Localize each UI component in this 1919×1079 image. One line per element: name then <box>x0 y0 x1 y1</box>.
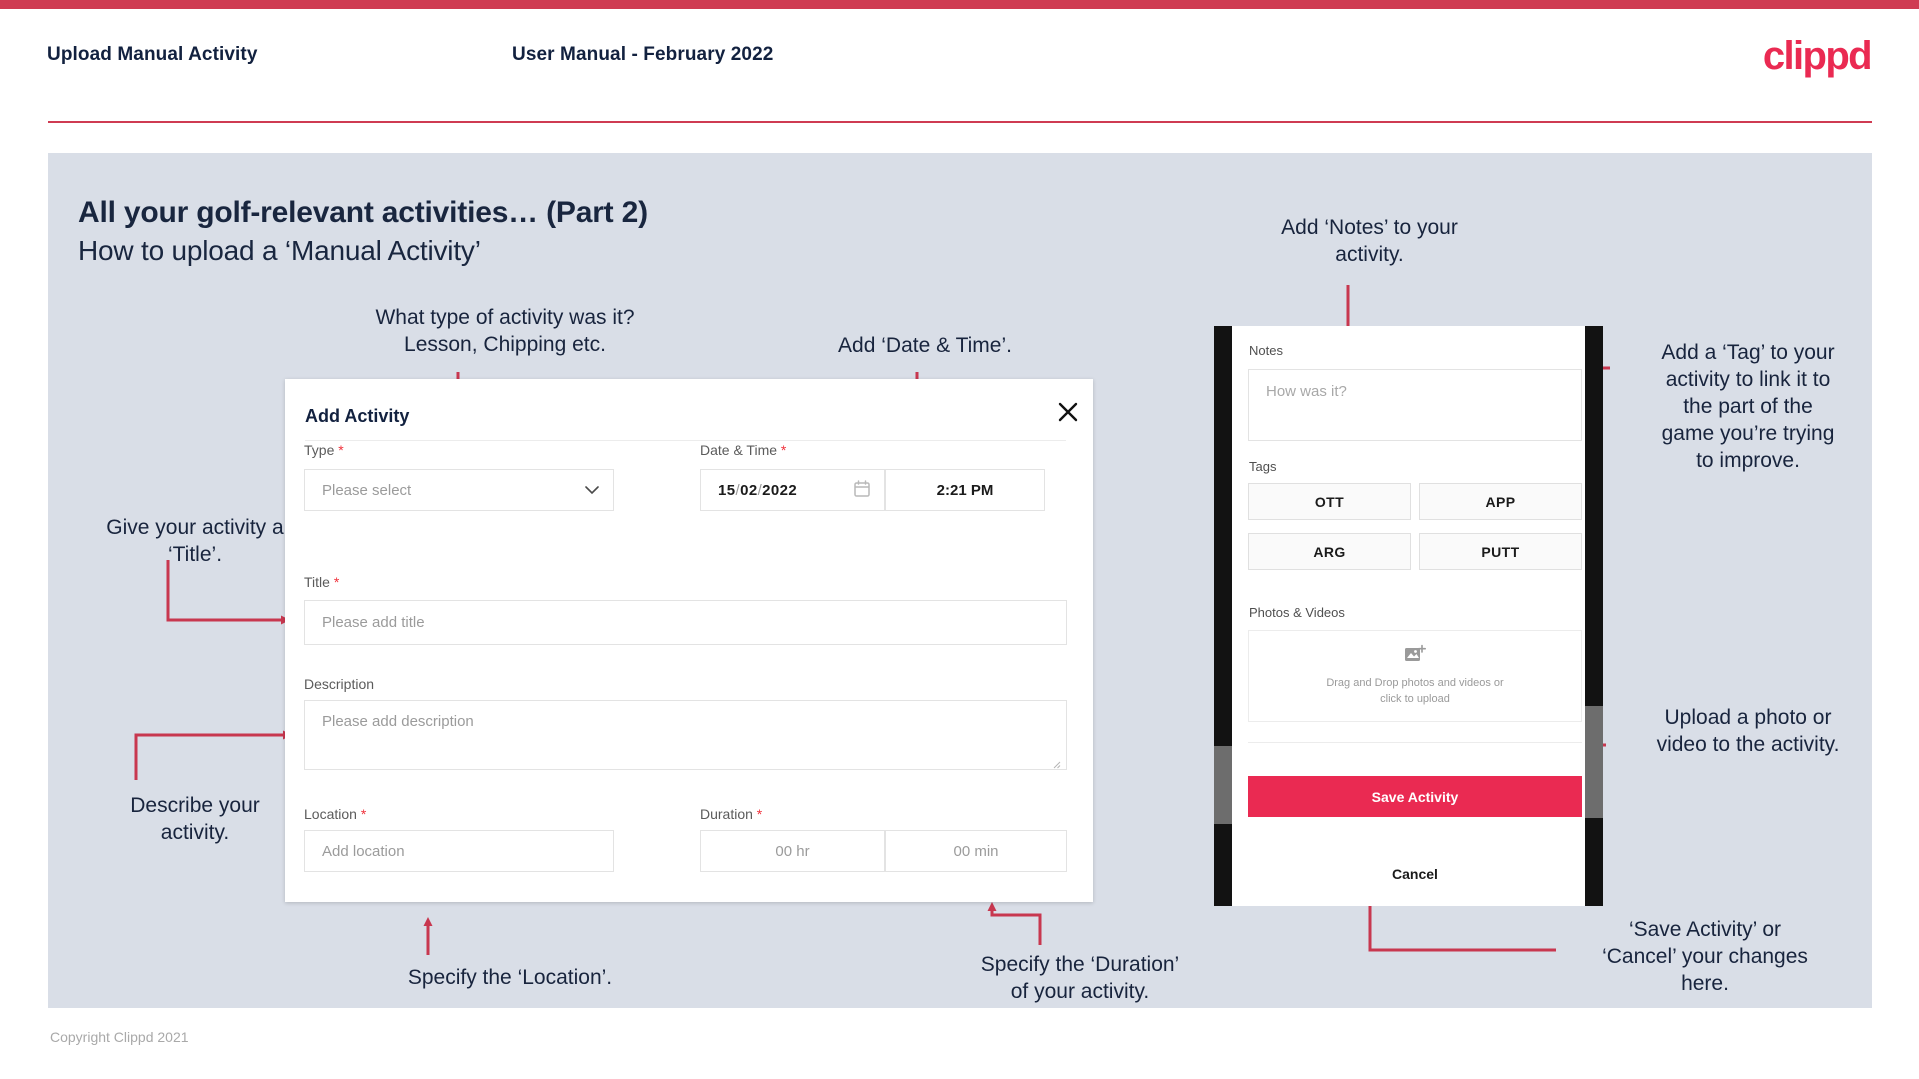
chevron-down-icon <box>585 482 599 499</box>
required-marker: * <box>777 442 787 458</box>
dialog-divider <box>305 440 1066 441</box>
dropzone-text-line2: click to upload <box>1380 693 1450 705</box>
cancel-button[interactable]: Cancel <box>1248 862 1582 886</box>
datetime-label-text: Date & Time <box>700 442 778 458</box>
resize-handle-icon[interactable] <box>1051 756 1061 769</box>
time-input[interactable]: 2:21 PM <box>885 469 1045 511</box>
required-marker: * <box>356 806 367 822</box>
type-label: Type * <box>304 442 344 458</box>
location-input[interactable]: Add location <box>304 830 614 872</box>
title-label-text: Title <box>304 574 330 590</box>
date-value: 15/02/2022 <box>701 482 797 499</box>
required-marker: * <box>329 574 340 590</box>
time-value: 2:21 PM <box>936 481 994 499</box>
callout-location: Specify the ‘Location’. <box>407 966 613 989</box>
duration-label-text: Duration <box>700 806 753 822</box>
required-marker: * <box>752 806 763 822</box>
description-label: Description <box>304 676 374 692</box>
duration-hours-input[interactable]: 00 hr <box>700 830 885 872</box>
type-label-text: Type <box>304 442 335 458</box>
phone-bezel-left <box>1214 326 1232 906</box>
footer-copyright: Copyright Clippd 2021 <box>50 1029 189 1045</box>
add-image-icon <box>1404 644 1426 669</box>
phone-divider <box>1248 742 1582 743</box>
slide-subheading: How to upload a ‘Manual Activity’ <box>78 235 481 266</box>
top-accent-bar <box>0 0 1919 9</box>
title-placeholder: Please add title <box>322 614 425 631</box>
dialog-title: Add Activity <box>305 406 410 426</box>
tag-button-app[interactable]: APP <box>1419 483 1582 520</box>
tag-button-putt[interactable]: PUTT <box>1419 533 1582 570</box>
datetime-label: Date & Time * <box>700 442 786 458</box>
date-month: 02 <box>740 481 758 499</box>
dropzone-text-line1: Drag and Drop photos and videos or <box>1326 677 1504 690</box>
page-title: Upload Manual Activity <box>47 44 258 65</box>
type-select[interactable]: Please select <box>304 469 614 511</box>
callout-type: What type of activity was it? Lesson, Chi… <box>375 306 635 356</box>
photo-upload-dropzone[interactable]: Drag and Drop photos and videos or click… <box>1248 630 1582 722</box>
title-label: Title * <box>304 574 339 590</box>
description-textarea[interactable]: Please add description <box>304 700 1067 770</box>
callout-tags: Add a ‘Tag’ to your activity to link it t… <box>1661 341 1835 472</box>
callout-save-cancel: ‘Save Activity’ or ‘Cancel’ your changes h… <box>1602 918 1808 995</box>
save-activity-button[interactable]: Save Activity <box>1248 776 1582 817</box>
slide-heading: All your golf-relevant activities… (Part… <box>78 196 648 229</box>
date-day: 15 <box>718 481 736 499</box>
notes-label: Notes <box>1249 343 1283 358</box>
phone-button-right <box>1585 706 1603 818</box>
phone-bezel-right <box>1585 326 1603 906</box>
notes-textarea[interactable] <box>1248 369 1582 441</box>
callout-upload: Upload a photo or video to the activity. <box>1656 706 1840 756</box>
header-divider <box>48 121 1872 123</box>
notes-placeholder: How was it? <box>1266 383 1347 400</box>
calendar-icon[interactable] <box>854 479 870 501</box>
description-placeholder: Please add description <box>322 713 474 730</box>
description-label-text: Description <box>304 676 375 692</box>
page-subtitle: User Manual - February 2022 <box>512 44 774 65</box>
tag-button-ott[interactable]: OTT <box>1248 483 1411 520</box>
slide-root: Upload Manual Activity User Manual - Feb… <box>0 0 1919 1079</box>
location-label: Location * <box>304 806 366 822</box>
duration-label: Duration * <box>700 806 762 822</box>
duration-minutes-value: 00 min <box>953 842 999 860</box>
date-year: 2022 <box>762 481 798 499</box>
title-input[interactable]: Please add title <box>304 600 1067 645</box>
required-marker: * <box>334 442 344 458</box>
tags-label: Tags <box>1249 459 1277 474</box>
location-placeholder: Add location <box>322 842 405 860</box>
callout-duration: Specify the ‘Duration’ of your activity. <box>980 953 1180 1003</box>
duration-hours-value: 00 hr <box>775 842 810 860</box>
clippd-logo: clippd <box>1762 34 1873 78</box>
phone-button-left <box>1214 746 1232 824</box>
tag-button-arg[interactable]: ARG <box>1248 533 1411 570</box>
close-icon[interactable] <box>1055 399 1081 425</box>
date-input[interactable]: 15/02/2022 <box>700 469 885 511</box>
duration-minutes-input[interactable]: 00 min <box>885 830 1067 872</box>
callout-notes: Add ‘Notes’ to your activity. <box>1281 216 1458 266</box>
type-placeholder: Please select <box>322 481 412 499</box>
callout-datetime: Add ‘Date & Time’. <box>838 334 1012 357</box>
photos-videos-label: Photos & Videos <box>1249 605 1345 620</box>
location-label-text: Location <box>304 806 357 822</box>
